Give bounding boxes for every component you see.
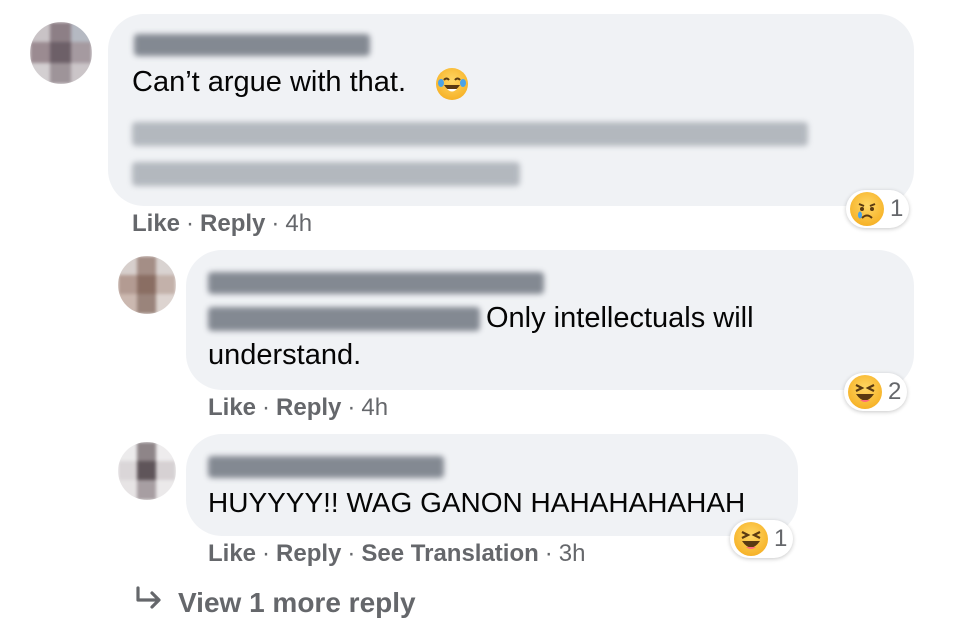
view-more-replies-button[interactable]: View 1 more reply [134, 586, 416, 620]
comment-text-line-1: Only intellectuals will [486, 302, 754, 334]
reply-arrow-icon [134, 586, 164, 620]
avatar-commenter-2[interactable] [118, 256, 176, 314]
avatar-commenter-1[interactable] [30, 22, 92, 84]
tagged-names-redacted[interactable] [132, 162, 520, 186]
tears-of-joy-emoji-icon [436, 68, 468, 100]
tagged-names-redacted[interactable] [132, 122, 808, 146]
see-translation-button[interactable]: See Translation [361, 540, 538, 567]
comment-bubble-3: HUYYYY!! WAG GANON HAHAHAHAHAH [186, 434, 798, 536]
separator: · [347, 540, 356, 567]
like-button[interactable]: Like [208, 540, 256, 567]
separator: · [271, 210, 280, 237]
reply-button[interactable]: Reply [200, 210, 265, 237]
comment-actions-2: Like · Reply · 4h [208, 394, 388, 422]
commenter-name-redacted[interactable] [208, 456, 444, 478]
separator: · [544, 540, 553, 567]
timestamp[interactable]: 3h [559, 540, 586, 567]
reaction-pill-1[interactable]: 1 [846, 190, 910, 228]
crying-face-icon [850, 192, 884, 226]
comment-bubble-1: Can’t argue with that. [108, 14, 914, 206]
comment-text: Can’t argue with that. [132, 66, 407, 98]
separator: · [262, 540, 271, 567]
timestamp[interactable]: 4h [361, 394, 388, 421]
reaction-pill-2[interactable]: 2 [844, 373, 908, 411]
commenter-name-redacted[interactable] [134, 34, 370, 56]
mentioned-name-redacted[interactable] [208, 307, 480, 331]
reply-button[interactable]: Reply [276, 394, 341, 421]
view-more-label: View 1 more reply [178, 587, 416, 618]
comment-bubble-2: Only intellectuals will understand. [186, 250, 914, 390]
reaction-pill-3[interactable]: 1 [730, 520, 794, 558]
separator: · [262, 394, 271, 421]
comment-text-line-2: understand. [208, 339, 362, 371]
comment-actions-1: Like · Reply · 4h [132, 210, 312, 238]
reaction-count: 1 [774, 525, 788, 552]
comment-text: HUYYYY!! WAG GANON HAHAHAHAHAH [208, 487, 746, 518]
separator: · [186, 210, 195, 237]
commenter-name-redacted[interactable] [208, 272, 544, 294]
laughing-squint-icon [848, 375, 882, 409]
reply-button[interactable]: Reply [276, 540, 341, 567]
like-button[interactable]: Like [132, 210, 180, 237]
reaction-count: 1 [890, 195, 904, 222]
like-button[interactable]: Like [208, 394, 256, 421]
laughing-squint-icon [734, 522, 768, 556]
reaction-count: 2 [888, 378, 902, 405]
timestamp[interactable]: 4h [285, 210, 312, 237]
comment-actions-3: Like · Reply · See Translation · 3h [208, 540, 586, 568]
avatar-commenter-3[interactable] [118, 442, 176, 500]
separator: · [347, 394, 356, 421]
